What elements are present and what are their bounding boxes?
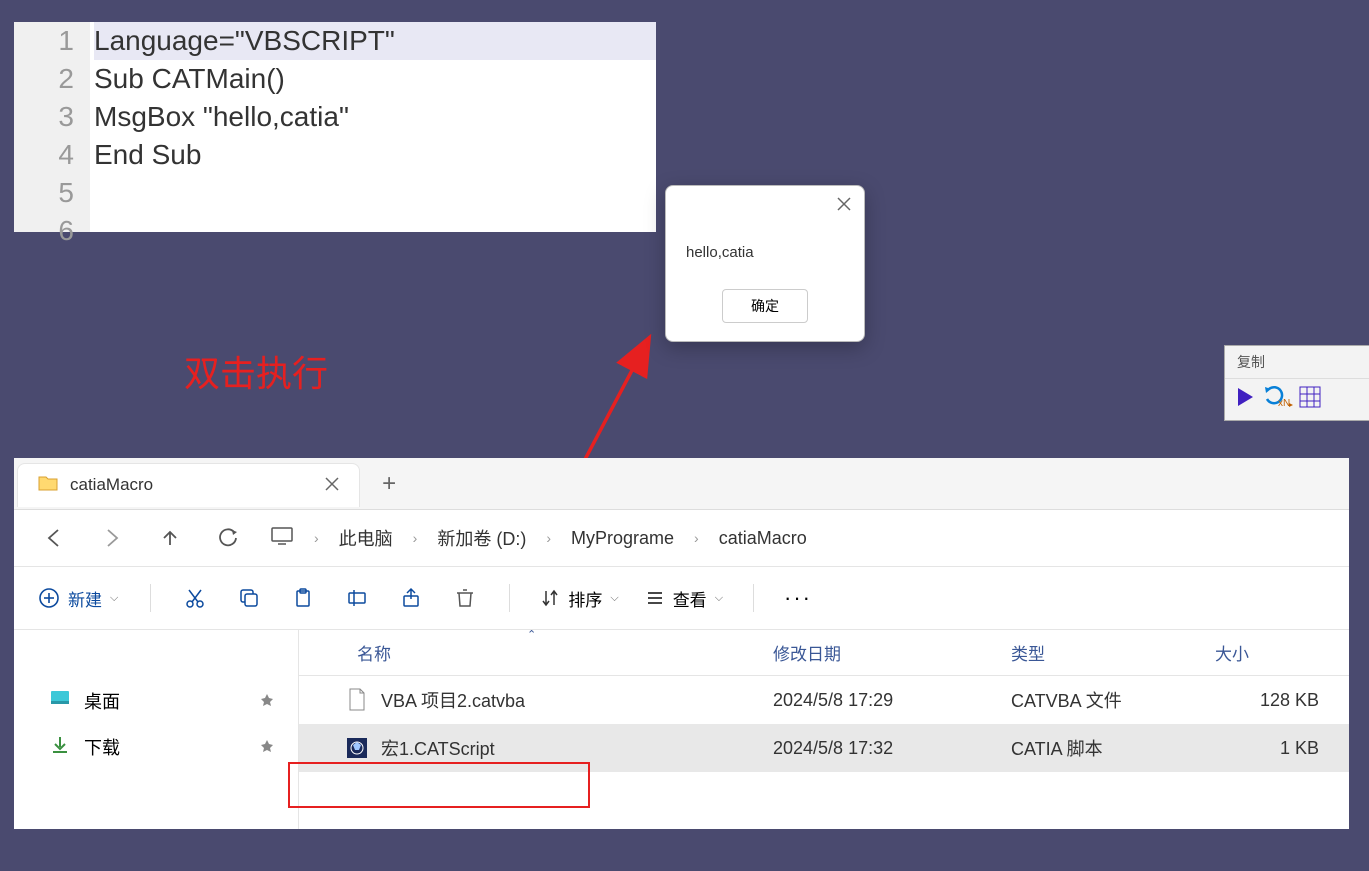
computer-icon[interactable] [270, 526, 294, 551]
refresh-button[interactable] [212, 522, 244, 554]
explorer-content: 桌面 下载 名称 ⌃ 修改日期 [14, 630, 1349, 829]
tab-close-icon[interactable] [325, 475, 339, 496]
tab-label: catiaMacro [70, 475, 153, 495]
mini-toolbar: 复制 xN [1224, 345, 1369, 421]
mini-toolbar-icons: xN [1225, 379, 1369, 420]
explorer-tabs: catiaMacro + [14, 458, 1349, 510]
chevron-right-icon: › [694, 530, 699, 546]
code-line: Sub CATMain() [94, 60, 656, 98]
line-number: 5 [14, 174, 74, 212]
sidebar-item-desktop[interactable]: 桌面 [14, 678, 298, 724]
explorer-sidebar: 桌面 下载 [14, 630, 299, 829]
sort-indicator-icon: ⌃ [527, 630, 536, 641]
chevron-down-icon: ⌵ [110, 592, 118, 605]
file-row[interactable]: 宏1.CATScript 2024/5/8 17:32 CATIA 脚本 1 K… [299, 724, 1349, 772]
code-line: Language="VBSCRIPT" [94, 22, 656, 60]
view-label: 查看 [673, 586, 707, 611]
column-label: 名称 [357, 640, 391, 665]
paste-icon[interactable] [281, 581, 325, 615]
breadcrumb-item[interactable]: MyPrograme [571, 528, 674, 549]
column-header-date[interactable]: 修改日期 [759, 630, 997, 675]
file-explorer: catiaMacro + › 此电脑 › 新加卷 (D:) › [14, 458, 1349, 829]
desktop-icon [50, 690, 70, 713]
code-line: MsgBox "hello,catia" [94, 98, 656, 136]
line-number: 1 [14, 22, 74, 60]
forward-button[interactable] [96, 522, 128, 554]
pin-icon[interactable] [260, 739, 274, 756]
folder-icon [38, 474, 58, 497]
file-type: CATIA 脚本 [997, 725, 1201, 771]
chevron-down-icon: ⌵ [715, 592, 723, 605]
code-area[interactable]: Language="VBSCRIPT" Sub CATMain() MsgBox… [90, 22, 656, 232]
annotation-text: 双击执行 [184, 345, 328, 397]
catia-icon [345, 736, 369, 760]
line-number: 2 [14, 60, 74, 98]
copy-icon[interactable] [227, 581, 271, 615]
mini-toolbar-title: 复制 [1225, 346, 1369, 379]
download-icon [50, 735, 70, 760]
msgbox-message: hello,catia [666, 222, 864, 271]
back-button[interactable] [38, 522, 70, 554]
msgbox-titlebar [666, 186, 864, 222]
separator [150, 584, 151, 612]
column-header-size[interactable]: 大小 [1201, 630, 1349, 675]
line-number: 4 [14, 136, 74, 174]
msgbox-footer: 确定 [666, 271, 864, 341]
file-date: 2024/5/8 17:32 [759, 728, 997, 769]
breadcrumb-item[interactable]: catiaMacro [719, 528, 807, 549]
file-type: CATVBA 文件 [997, 677, 1201, 723]
line-number-gutter: 1 2 3 4 5 6 [14, 22, 90, 232]
breadcrumb-item[interactable]: 新加卷 (D:) [437, 525, 526, 551]
document-icon [345, 688, 369, 712]
share-icon[interactable] [389, 581, 433, 615]
up-button[interactable] [154, 522, 186, 554]
pin-icon[interactable] [260, 693, 274, 710]
play-icon[interactable] [1233, 385, 1257, 414]
chevron-right-icon: › [413, 530, 418, 546]
chevron-right-icon: › [546, 530, 551, 546]
code-editor: 1 2 3 4 5 6 Language="VBSCRIPT" Sub CATM… [14, 22, 656, 232]
ok-button[interactable]: 确定 [722, 289, 808, 323]
sidebar-item-downloads[interactable]: 下载 [14, 724, 298, 770]
message-box: hello,catia 确定 [665, 185, 865, 342]
explorer-toolbar: 新建 ⌵ 排序 ⌵ 查看 ⌵ [14, 567, 1349, 630]
chevron-right-icon: › [314, 530, 319, 546]
breadcrumb-item[interactable]: 此电脑 [339, 525, 393, 551]
explorer-tab[interactable]: catiaMacro [17, 463, 360, 507]
column-header-name[interactable]: 名称 ⌃ [299, 630, 759, 675]
svg-text:xN: xN [1278, 398, 1290, 409]
view-button[interactable]: 查看 ⌵ [637, 586, 731, 611]
new-label: 新建 [68, 586, 102, 611]
new-tab-button[interactable]: + [360, 470, 418, 498]
line-number: 3 [14, 98, 74, 136]
breadcrumb: › 此电脑 › 新加卷 (D:) › MyPrograme › catiaMac… [270, 525, 807, 551]
grid-icon[interactable] [1299, 386, 1321, 413]
line-number: 6 [14, 212, 74, 250]
file-name: VBA 项目2.catvba [381, 687, 525, 713]
rename-icon[interactable] [335, 581, 379, 615]
file-date: 2024/5/8 17:29 [759, 680, 997, 721]
separator [509, 584, 510, 612]
sidebar-item-label: 桌面 [84, 688, 120, 714]
file-size: 128 KB [1201, 680, 1349, 721]
close-icon[interactable] [830, 190, 858, 218]
sort-label: 排序 [568, 586, 602, 611]
chevron-down-icon: ⌵ [610, 592, 618, 605]
more-button[interactable]: ··· [776, 585, 820, 611]
separator [753, 584, 754, 612]
sidebar-item-label: 下载 [84, 734, 120, 760]
file-size: 1 KB [1201, 728, 1349, 769]
file-list: 名称 ⌃ 修改日期 类型 大小 VBA 项目2.catvba 2024/5/8 … [299, 630, 1349, 829]
refresh-xn-icon[interactable]: xN [1263, 385, 1293, 414]
new-button[interactable]: 新建 ⌵ [38, 586, 128, 611]
list-header: 名称 ⌃ 修改日期 类型 大小 [299, 630, 1349, 676]
cut-icon[interactable] [173, 581, 217, 615]
file-row[interactable]: VBA 项目2.catvba 2024/5/8 17:29 CATVBA 文件 … [299, 676, 1349, 724]
sort-button[interactable]: 排序 ⌵ [532, 586, 626, 611]
column-header-type[interactable]: 类型 [997, 630, 1201, 675]
delete-icon[interactable] [443, 581, 487, 615]
file-name: 宏1.CATScript [381, 735, 495, 761]
code-line: End Sub [94, 136, 656, 174]
address-bar: › 此电脑 › 新加卷 (D:) › MyPrograme › catiaMac… [14, 510, 1349, 567]
